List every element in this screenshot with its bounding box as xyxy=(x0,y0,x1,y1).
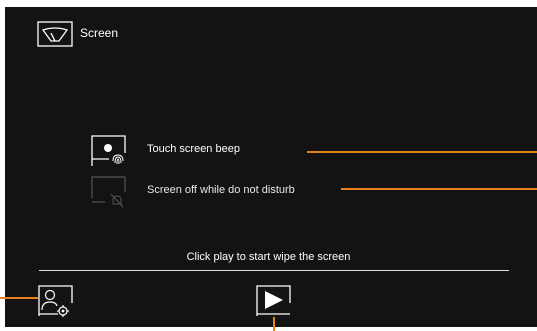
play-icon[interactable] xyxy=(256,285,292,317)
wipe-hint-text: Click play to start wipe the screen xyxy=(186,251,351,263)
touch-screen-beep-label[interactable]: Touch screen beep xyxy=(147,143,240,156)
screen-panel xyxy=(5,7,537,327)
divider xyxy=(39,270,509,271)
screen-off-dnd-label[interactable]: Screen off while do not disturb xyxy=(147,184,295,197)
page-title: Screen xyxy=(80,26,119,40)
wiper-icon xyxy=(37,21,73,47)
fingerprint-touch-icon[interactable] xyxy=(91,135,127,167)
callout-line xyxy=(273,317,275,331)
user-settings-icon[interactable] xyxy=(38,285,74,317)
callout-line xyxy=(341,188,537,190)
callout-line xyxy=(0,297,38,299)
callout-line xyxy=(307,151,537,153)
bell-off-icon[interactable] xyxy=(91,176,127,208)
